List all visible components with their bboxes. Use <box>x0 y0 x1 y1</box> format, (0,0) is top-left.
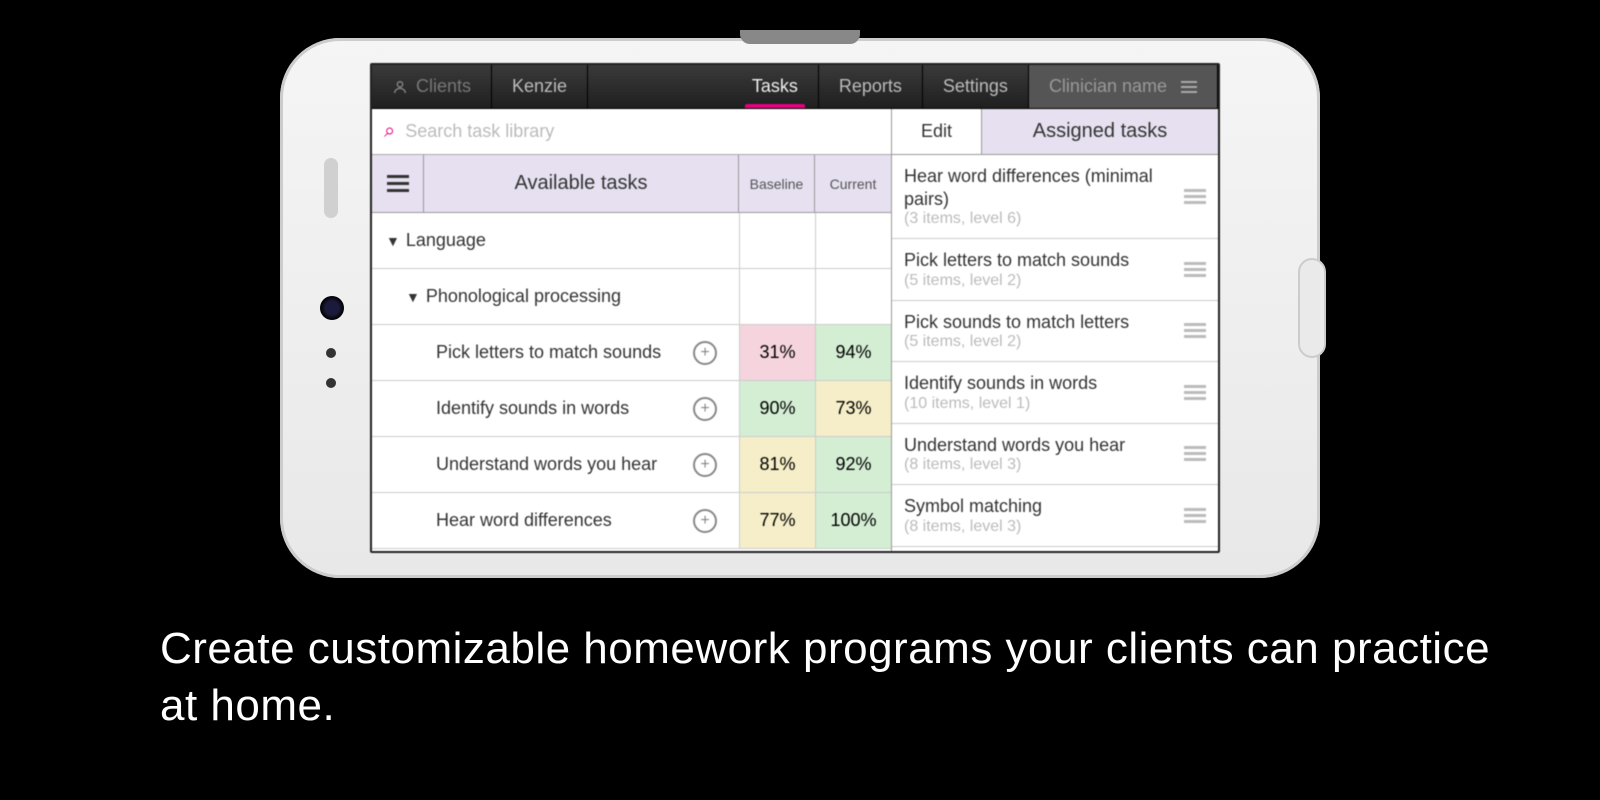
assigned-item[interactable]: Pick sounds to match letters(5 items, le… <box>892 301 1218 363</box>
current-value: 73% <box>815 381 891 436</box>
nav-reports[interactable]: Reports <box>819 65 923 108</box>
task-name: Hear word differences <box>436 510 612 531</box>
phone-home-button <box>1298 258 1326 358</box>
assigned-title: Understand words you hear <box>904 434 1174 457</box>
nav-clients-label: Clients <box>416 76 471 97</box>
phone-sensor <box>326 348 336 358</box>
assigned-title: Hear word differences (minimal pairs) <box>904 165 1174 210</box>
assigned-title: Identify sounds in words <box>904 372 1174 395</box>
add-task-button[interactable]: + <box>693 509 717 533</box>
available-tasks-panel: ⌕ Search task library Available tasks Ba… <box>372 109 892 551</box>
phone-notch <box>740 30 860 44</box>
caret-down-icon: ▼ <box>386 233 400 249</box>
add-task-button[interactable]: + <box>693 453 717 477</box>
phone-sensor <box>326 378 336 388</box>
assigned-item[interactable]: Understand words you hear(8 items, level… <box>892 424 1218 486</box>
drag-handle-icon[interactable] <box>1184 508 1206 523</box>
table-header: Available tasks Baseline Current <box>372 155 891 213</box>
assigned-item[interactable]: Symbol matching(8 items, level 3) <box>892 485 1218 547</box>
current-value: 92% <box>815 437 891 492</box>
filter-button[interactable] <box>372 155 424 212</box>
task-name: Identify sounds in words <box>436 398 629 419</box>
assigned-subtitle: (8 items, level 3) <box>904 456 1174 474</box>
col-available-tasks: Available tasks <box>424 155 739 212</box>
assigned-title: Symbol matching <box>904 495 1174 518</box>
person-icon <box>392 79 408 95</box>
search-bar[interactable]: ⌕ Search task library <box>372 109 891 155</box>
assigned-subtitle: (10 items, level 1) <box>904 395 1174 413</box>
baseline-value: 81% <box>739 437 815 492</box>
assigned-subtitle: (5 items, level 2) <box>904 272 1174 290</box>
task-row[interactable]: Identify sounds in words +90%73% <box>372 381 891 437</box>
nav-settings[interactable]: Settings <box>923 65 1029 108</box>
assigned-subtitle: (8 items, level 3) <box>904 518 1174 536</box>
hamburger-icon <box>387 175 409 192</box>
hamburger-icon <box>1181 81 1197 93</box>
assigned-list: Hear word differences (minimal pairs)(3 … <box>892 155 1218 551</box>
current-value: 100% <box>815 493 891 548</box>
task-name: Understand words you hear <box>436 454 657 475</box>
drag-handle-icon[interactable] <box>1184 262 1206 277</box>
drag-handle-icon[interactable] <box>1184 323 1206 338</box>
col-baseline: Baseline <box>739 155 815 212</box>
top-nav: Clients Kenzie Tasks Reports Settings Cl… <box>372 65 1218 109</box>
baseline-value: 90% <box>739 381 815 436</box>
task-name: Pick letters to match sounds <box>436 342 661 363</box>
nav-client-name[interactable]: Kenzie <box>492 65 588 108</box>
assigned-item[interactable]: Identify sounds in words(10 items, level… <box>892 362 1218 424</box>
assigned-title: Pick letters to match sounds <box>904 249 1174 272</box>
task-row[interactable]: Understand words you hear +81%92% <box>372 437 891 493</box>
marketing-caption: Create customizable homework programs yo… <box>160 620 1500 734</box>
caret-down-icon: ▼ <box>406 289 420 305</box>
current-value: 94% <box>815 325 891 380</box>
search-placeholder: Search task library <box>405 121 554 142</box>
nav-clinician[interactable]: Clinician name <box>1029 65 1218 108</box>
col-current: Current <box>815 155 891 212</box>
task-rows: ▼Language ▼Phonological processing Pick … <box>372 213 891 551</box>
assigned-item[interactable]: Pick letters to match sounds(5 items, le… <box>892 239 1218 301</box>
subcategory-row[interactable]: ▼Phonological processing <box>372 269 891 325</box>
assigned-tasks-panel: Edit Assigned tasks Hear word difference… <box>892 109 1218 551</box>
assigned-subtitle: (5 items, level 2) <box>904 333 1174 351</box>
task-row[interactable]: Pick letters to match sounds +31%94% <box>372 325 891 381</box>
assigned-subtitle: (3 items, level 6) <box>904 210 1174 228</box>
nav-clients[interactable]: Clients <box>372 65 492 108</box>
baseline-value: 77% <box>739 493 815 548</box>
assigned-tasks-header: Assigned tasks <box>982 109 1218 154</box>
drag-handle-icon[interactable] <box>1184 189 1206 204</box>
app-screen: Clients Kenzie Tasks Reports Settings Cl… <box>370 63 1220 553</box>
drag-handle-icon[interactable] <box>1184 446 1206 461</box>
edit-button[interactable]: Edit <box>892 109 982 154</box>
baseline-value: 31% <box>739 325 815 380</box>
category-row[interactable]: ▼Language <box>372 213 891 269</box>
assigned-title: Pick sounds to match letters <box>904 311 1174 334</box>
task-row[interactable]: Hear word differences +77%100% <box>372 493 891 549</box>
add-task-button[interactable]: + <box>693 341 717 365</box>
add-task-button[interactable]: + <box>693 397 717 421</box>
search-icon: ⌕ <box>384 120 395 143</box>
drag-handle-icon[interactable] <box>1184 385 1206 400</box>
phone-camera <box>320 296 344 320</box>
nav-tasks[interactable]: Tasks <box>732 65 819 108</box>
phone-speaker <box>324 158 338 218</box>
assigned-item[interactable]: Hear word differences (minimal pairs)(3 … <box>892 155 1218 239</box>
phone-frame: Clients Kenzie Tasks Reports Settings Cl… <box>280 38 1320 578</box>
